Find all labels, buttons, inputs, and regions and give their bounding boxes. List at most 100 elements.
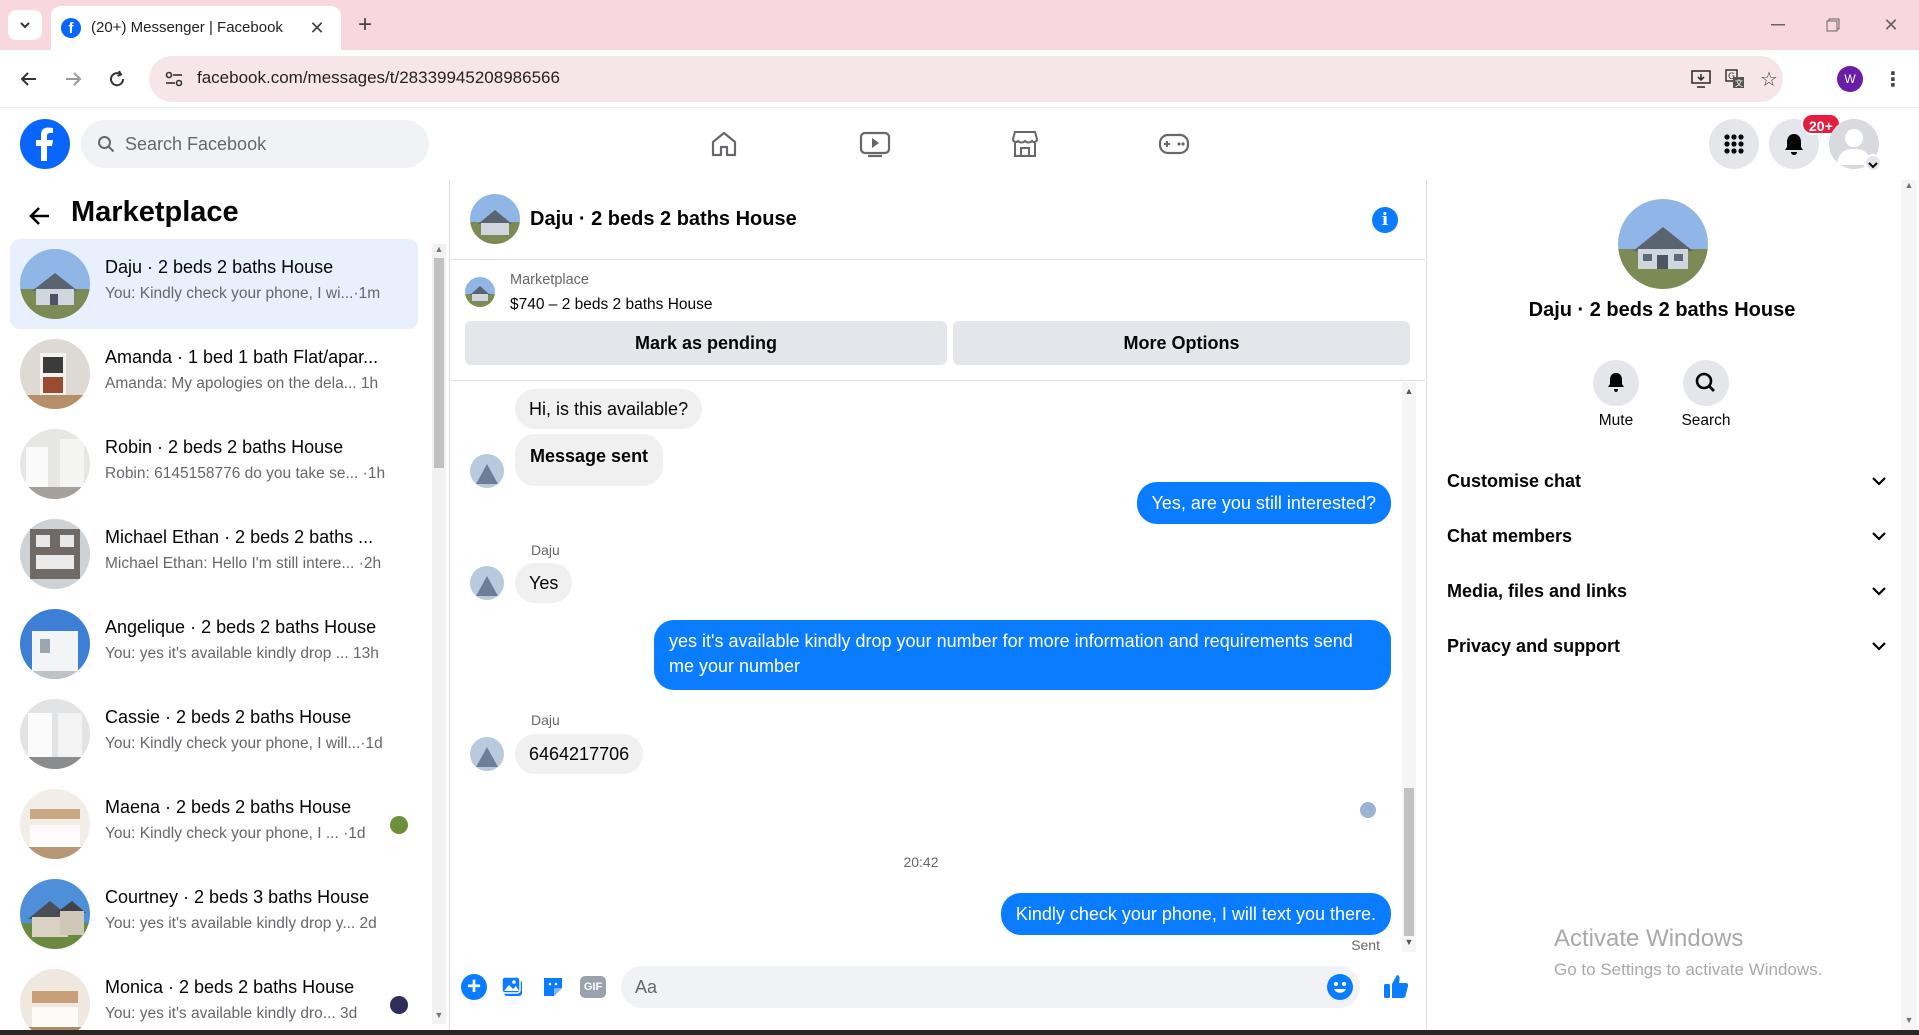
conversation-list-panel: Marketplace Daju · 2 beds 2 baths House …: [0, 180, 450, 1035]
window-minimize-icon[interactable]: [1765, 12, 1791, 38]
conversation-list-scrollbar[interactable]: ▲ ▼: [432, 244, 446, 1024]
conversation-item[interactable]: Daju · 2 beds 2 baths House You: Kindly …: [10, 239, 418, 329]
tab-close-icon[interactable]: ✕: [307, 18, 327, 38]
chat-panel: Daju · 2 beds 2 baths House i Marketplac…: [451, 180, 1425, 1035]
bookmark-star-icon[interactable]: ☆: [1757, 67, 1781, 91]
house-thumbnail: [20, 789, 90, 859]
read-receipt-avatar: [390, 996, 408, 1014]
back-arrow-icon[interactable]: [14, 64, 44, 94]
scroll-down-arrow-icon[interactable]: ▼: [432, 1010, 446, 1022]
facebook-favicon-icon: f: [61, 18, 81, 38]
marketplace-icon[interactable]: [1005, 126, 1045, 162]
details-avatar[interactable]: [1618, 199, 1708, 289]
conversation-name: Robin · 2 beds 2 baths House: [105, 437, 344, 457]
incoming-message[interactable]: 6464217706: [515, 734, 644, 774]
conversation-item[interactable]: Cassie · 2 beds 2 baths House You: Kindl…: [10, 689, 418, 779]
more-options-button[interactable]: More Options: [953, 321, 1410, 365]
home-icon[interactable]: [704, 126, 744, 162]
menu-grid-button[interactable]: [1709, 119, 1759, 169]
conversation-item[interactable]: Amanda · 1 bed 1 bath Flat/apar... Amand…: [10, 329, 418, 419]
conversation-name: Monica · 2 beds 2 baths House: [105, 977, 355, 997]
site-settings-icon[interactable]: [163, 68, 185, 90]
scroll-down-arrow-icon[interactable]: ▼: [1402, 937, 1416, 947]
message-input[interactable]: Aa: [621, 966, 1360, 1008]
scroll-down-arrow-icon[interactable]: ▼: [1901, 1015, 1917, 1025]
account-chevron-icon[interactable]: [1864, 154, 1882, 172]
media-files-links-section[interactable]: Media, files and links: [1447, 571, 1887, 611]
outgoing-message[interactable]: Yes, are you still interested?: [1136, 482, 1391, 524]
facebook-search-box[interactable]: Search Facebook: [81, 120, 429, 168]
forward-arrow-icon[interactable]: [58, 64, 88, 94]
privacy-support-section[interactable]: Privacy and support: [1447, 626, 1887, 666]
like-thumb-icon[interactable]: [1381, 971, 1411, 1001]
omnibox[interactable]: facebook.com/messages/t/2833994520898656…: [149, 56, 1783, 102]
chat-members-section[interactable]: Chat members: [1447, 516, 1887, 556]
url-text[interactable]: facebook.com/messages/t/2833994520898656…: [197, 68, 560, 88]
back-arrow-icon[interactable]: [24, 200, 56, 232]
page-scrollbar[interactable]: ▲ ▼: [1901, 180, 1917, 1035]
browser-tab[interactable]: f (20+) Messenger | Facebook ✕: [51, 6, 341, 50]
incoming-message[interactable]: Hi, is this available?: [515, 389, 703, 429]
house-thumbnail: [20, 699, 90, 769]
tab-search-chevron-icon[interactable]: [8, 10, 42, 40]
scrollbar-thumb[interactable]: [1404, 788, 1414, 936]
conversation-name: Michael Ethan · 2 beds 2 baths ...: [105, 527, 374, 547]
conversation-item[interactable]: Courtney · 2 beds 3 baths House You: yes…: [10, 869, 418, 959]
install-app-icon[interactable]: [1689, 67, 1713, 91]
conversation-preview: Michael Ethan: Hello I'm still intere...…: [105, 555, 382, 572]
incoming-message[interactable]: Message sent: [515, 434, 664, 486]
conversation-preview: You: yes it's available kindly drop y...…: [105, 915, 377, 932]
video-icon[interactable]: [855, 126, 895, 162]
read-receipt-avatar: [390, 816, 408, 834]
conversation-item[interactable]: Robin · 2 beds 2 baths House Robin: 6145…: [10, 419, 418, 509]
sender-name: Daju: [531, 542, 560, 558]
scroll-up-arrow-icon[interactable]: ▲: [432, 244, 446, 256]
chevron-down-icon: [1872, 642, 1886, 651]
outgoing-message[interactable]: Kindly check your phone, I will text you…: [1000, 893, 1391, 935]
section-label: Media, files and links: [1447, 580, 1628, 601]
sticker-icon[interactable]: [540, 974, 566, 1000]
gif-icon[interactable]: GIF: [580, 976, 606, 998]
conversation-name: Daju · 2 beds 2 baths House: [105, 257, 334, 277]
mark-as-pending-button[interactable]: Mark as pending: [465, 321, 947, 365]
mute-button[interactable]: [1593, 360, 1639, 406]
window-close-icon[interactable]: ✕: [1878, 12, 1904, 38]
photo-icon[interactable]: [500, 974, 526, 1000]
reload-icon[interactable]: [102, 64, 132, 94]
scroll-up-arrow-icon[interactable]: ▲: [1901, 180, 1917, 190]
listing-banner: Marketplace $740 – 2 beds 2 baths House …: [451, 261, 1425, 381]
chat-scrollbar[interactable]: ▲ ▼: [1402, 382, 1416, 952]
customise-chat-section[interactable]: Customise chat: [1447, 461, 1887, 501]
message-status: Sent: [1351, 937, 1380, 952]
conversation-item[interactable]: Angelique · 2 beds 2 baths House You: ye…: [10, 599, 418, 689]
gaming-icon[interactable]: [1154, 126, 1194, 162]
translate-icon[interactable]: G文: [1723, 67, 1747, 91]
facebook-logo-icon[interactable]: [20, 119, 70, 169]
window-restore-icon[interactable]: [1820, 12, 1846, 38]
bell-icon: [1608, 373, 1624, 392]
new-tab-plus-icon[interactable]: +: [352, 11, 378, 38]
conversation-item[interactable]: Monica · 2 beds 2 baths House You: yes i…: [10, 959, 418, 1035]
bell-icon: [1785, 134, 1803, 155]
add-plus-icon[interactable]: +: [461, 974, 487, 1000]
chat-avatar[interactable]: [470, 194, 520, 244]
conversation-item[interactable]: Michael Ethan · 2 beds 2 baths ... Micha…: [10, 509, 418, 599]
section-label: Customise chat: [1447, 470, 1582, 491]
scroll-up-arrow-icon[interactable]: ▲: [1402, 386, 1416, 396]
conversation-preview: Robin: 6145158776 do you take se... ·1h: [105, 465, 386, 482]
incoming-message[interactable]: Yes: [515, 563, 573, 603]
chat-title[interactable]: Daju · 2 beds 2 baths House: [530, 208, 797, 231]
outgoing-message[interactable]: yes it's available kindly drop your numb…: [654, 620, 1391, 690]
chat-header: Daju · 2 beds 2 baths House i: [451, 180, 1425, 260]
listing-detail[interactable]: $740 – 2 beds 2 baths House: [510, 296, 713, 314]
conversation-name: Amanda · 1 bed 1 bath Flat/apar...: [105, 347, 379, 367]
conversation-item[interactable]: Maena · 2 beds 2 baths House You: Kindly…: [10, 779, 418, 869]
conversation-preview: You: yes it's available kindly drop ... …: [105, 645, 379, 662]
seen-avatar: [1360, 802, 1376, 818]
browser-menu-icon[interactable]: ⋮: [1880, 64, 1906, 94]
search-in-chat-button[interactable]: [1683, 360, 1729, 406]
scrollbar-thumb[interactable]: [434, 258, 444, 468]
info-icon[interactable]: i: [1372, 207, 1398, 233]
emoji-icon[interactable]: [1327, 974, 1353, 1000]
browser-profile-avatar[interactable]: W: [1837, 66, 1863, 92]
